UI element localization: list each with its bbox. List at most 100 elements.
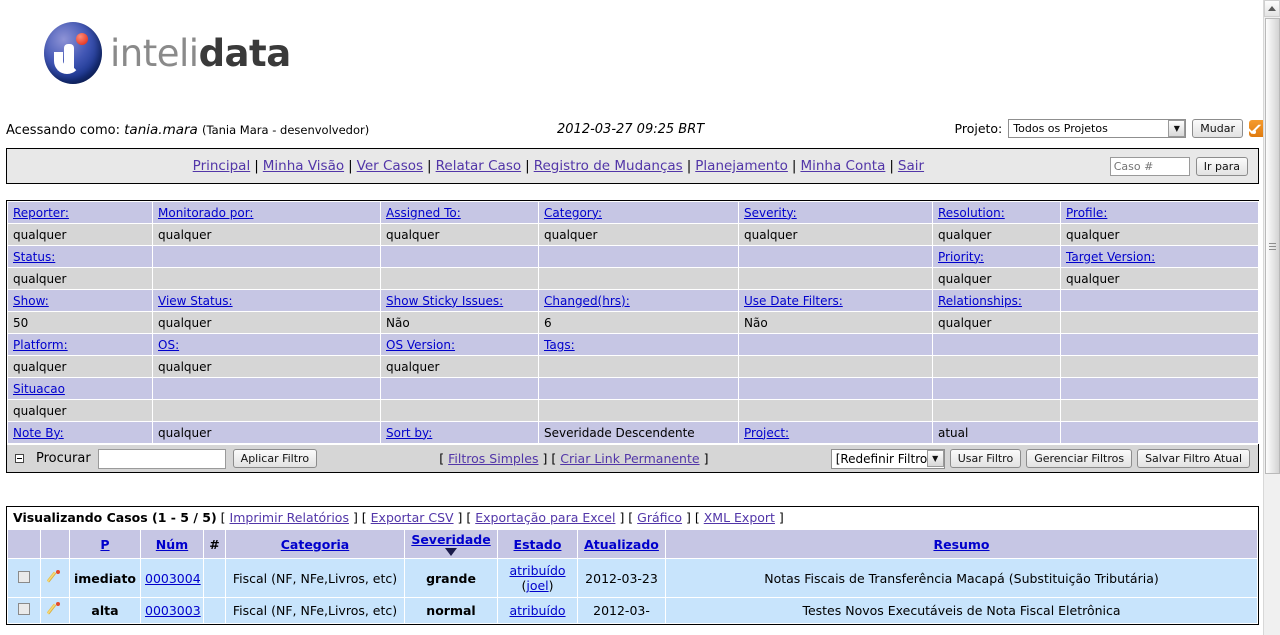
cases-column-atualizado[interactable]: Atualizado: [577, 529, 666, 559]
cases-column-núm[interactable]: Núm: [140, 529, 204, 559]
filter-field-link[interactable]: Project:: [744, 426, 789, 440]
assignee-link[interactable]: joel: [526, 578, 548, 593]
row-checkbox[interactable]: [18, 570, 30, 583]
filter-field-link[interactable]: Status:: [13, 250, 55, 264]
filter-field-link[interactable]: Changed(hrs):: [544, 294, 630, 308]
search-input[interactable]: [97, 448, 226, 469]
filter-field-link[interactable]: Profile:: [1066, 206, 1107, 220]
filter-field-link[interactable]: Resolution:: [938, 206, 1005, 220]
nav-item-registro-mudancas[interactable]: Registro de Mudanças: [534, 158, 683, 174]
filter-header-row: Situacao: [7, 377, 1259, 400]
cases-column-link[interactable]: Núm: [156, 537, 188, 552]
export-link-4[interactable]: XML Export: [704, 510, 775, 525]
filter-field-link[interactable]: Reporter:: [13, 206, 69, 220]
nav-item-planejamento[interactable]: Planejamento: [695, 158, 788, 174]
filter-field-link[interactable]: Assigned To:: [386, 206, 461, 220]
filter-field-link[interactable]: Use Date Filters:: [744, 294, 843, 308]
filter-field-link[interactable]: Platform:: [13, 338, 68, 352]
filter-field-link[interactable]: Category:: [544, 206, 602, 220]
state-link[interactable]: atribuído: [509, 603, 565, 618]
filter-field-link[interactable]: Target Version:: [1066, 250, 1155, 264]
vertical-scrollbar[interactable]: [1263, 0, 1280, 635]
nav-item-minha-visao[interactable]: Minha Visão: [263, 158, 344, 174]
filter-field-link[interactable]: Sort by:: [386, 426, 432, 440]
manage-filters-button[interactable]: Gerenciar Filtros: [1026, 449, 1133, 468]
row-checkbox-cell[interactable]: [7, 558, 41, 598]
create-permalink-link[interactable]: Criar Link Permanente: [560, 451, 699, 466]
nav-item-sair[interactable]: Sair: [898, 158, 924, 174]
cases-column-link[interactable]: Atualizado: [584, 537, 659, 552]
state-link[interactable]: atribuído: [509, 563, 565, 578]
chevron-down-icon[interactable]: ▼: [1168, 120, 1186, 137]
filter-field-link[interactable]: OS Version:: [386, 338, 455, 352]
saved-filter-select[interactable]: [Redefinir Filtro] ▼: [830, 448, 945, 469]
cases-column-estado[interactable]: Estado: [497, 529, 578, 559]
case-number-link[interactable]: 0003003: [145, 603, 201, 618]
export-link-3[interactable]: Gráfico: [637, 510, 682, 525]
filter-field-link[interactable]: OS:: [158, 338, 179, 352]
cell-case-number[interactable]: 0003003: [140, 597, 204, 624]
cases-column-link[interactable]: P: [100, 537, 109, 552]
simple-filters-link[interactable]: Filtros Simples: [448, 451, 538, 466]
cell-case-number[interactable]: 0003004: [140, 558, 204, 598]
row-checkbox-cell[interactable]: [7, 597, 41, 624]
row-checkbox[interactable]: [18, 603, 30, 615]
nav-sep: |: [686, 158, 692, 174]
nav-item-relatar-caso[interactable]: Relatar Caso: [436, 158, 522, 174]
filter-field-link[interactable]: Situacao: [13, 382, 65, 396]
save-current-filter-button[interactable]: Salvar Filtro Atual: [1137, 449, 1250, 468]
cases-column-severidade[interactable]: Severidade: [404, 529, 498, 559]
project-select[interactable]: Todos os Projetos ▼: [1008, 119, 1187, 138]
filter-cell: qualquer: [152, 311, 381, 334]
row-edit-cell[interactable]: [40, 597, 70, 624]
filter-cell: Não: [380, 311, 539, 334]
table-row[interactable]: imediato 0003004 Fiscal (NF, NFe,Livros, e…: [7, 558, 1258, 598]
scroll-up-arrow-icon[interactable]: [1264, 0, 1280, 17]
filter-cell: qualquer: [380, 223, 539, 246]
scroll-thumb[interactable]: [1265, 18, 1280, 474]
export-link-0[interactable]: Imprimir Relatórios: [230, 510, 349, 525]
edit-pencil-icon[interactable]: [48, 602, 62, 616]
filter-field-link[interactable]: Severity:: [744, 206, 797, 220]
nav-item-minha-conta[interactable]: Minha Conta: [800, 158, 885, 174]
logo-i-hook: [54, 52, 80, 74]
case-number-link[interactable]: 0003004: [145, 571, 201, 586]
use-filter-button[interactable]: Usar Filtro: [949, 449, 1022, 468]
filter-field-link[interactable]: View Status:: [158, 294, 233, 308]
table-row[interactable]: alta 0003003 Fiscal (NF, NFe,Livros, etc) n…: [7, 597, 1258, 624]
filter-field-link[interactable]: Note By:: [13, 426, 64, 440]
filter-field-link[interactable]: Relationships:: [938, 294, 1022, 308]
cases-column-categoria[interactable]: Categoria: [225, 529, 405, 559]
edit-pencil-icon[interactable]: [48, 569, 62, 584]
cases-column-link[interactable]: Categoria: [281, 537, 349, 552]
cases-column-link[interactable]: Estado: [514, 537, 562, 552]
cases-header: Visualizando Casos (1 - 5 / 5) [ Imprimi…: [7, 507, 1258, 529]
chevron-down-icon-filter[interactable]: ▼: [926, 450, 944, 467]
cell-state[interactable]: atribuído (joel): [497, 558, 578, 598]
row-edit-cell[interactable]: [40, 558, 70, 598]
filter-field-link[interactable]: Show Sticky Issues:: [386, 294, 503, 308]
goto-case-button[interactable]: Ir para: [1195, 156, 1248, 176]
collapse-icon[interactable]: [15, 454, 24, 463]
filter-shortcut-links: [ Filtros Simples ] [ Criar Link Permane…: [317, 451, 831, 466]
nav-item-principal[interactable]: Principal: [193, 158, 251, 174]
cases-column-p[interactable]: P: [69, 529, 141, 559]
filter-field-link[interactable]: Tags:: [544, 338, 575, 352]
case-number-input[interactable]: [1109, 156, 1190, 176]
nav-item-ver-casos[interactable]: Ver Casos: [357, 158, 423, 174]
cases-column-link[interactable]: Resumo: [933, 537, 989, 552]
export-link-2[interactable]: Exportação para Excel: [475, 510, 615, 525]
cell-state[interactable]: atribuído: [497, 597, 578, 624]
filter-field-link[interactable]: Show:: [13, 294, 49, 308]
export-link-1[interactable]: Exportar CSV: [371, 510, 454, 525]
filter-cell: [538, 399, 739, 422]
sort-descending-arrow-icon: [445, 548, 457, 556]
cases-column-#[interactable]: #: [203, 529, 226, 559]
change-project-button[interactable]: Mudar: [1192, 119, 1243, 138]
cases-column-resumo[interactable]: Resumo: [665, 529, 1258, 559]
filter-field-link[interactable]: Monitorado por:: [158, 206, 253, 220]
filter-field-link[interactable]: Priority:: [938, 250, 984, 264]
filter-cell: Resolution:: [932, 201, 1061, 224]
apply-filter-button[interactable]: Aplicar Filtro: [232, 449, 318, 468]
cases-column-link[interactable]: Severidade: [411, 532, 490, 547]
